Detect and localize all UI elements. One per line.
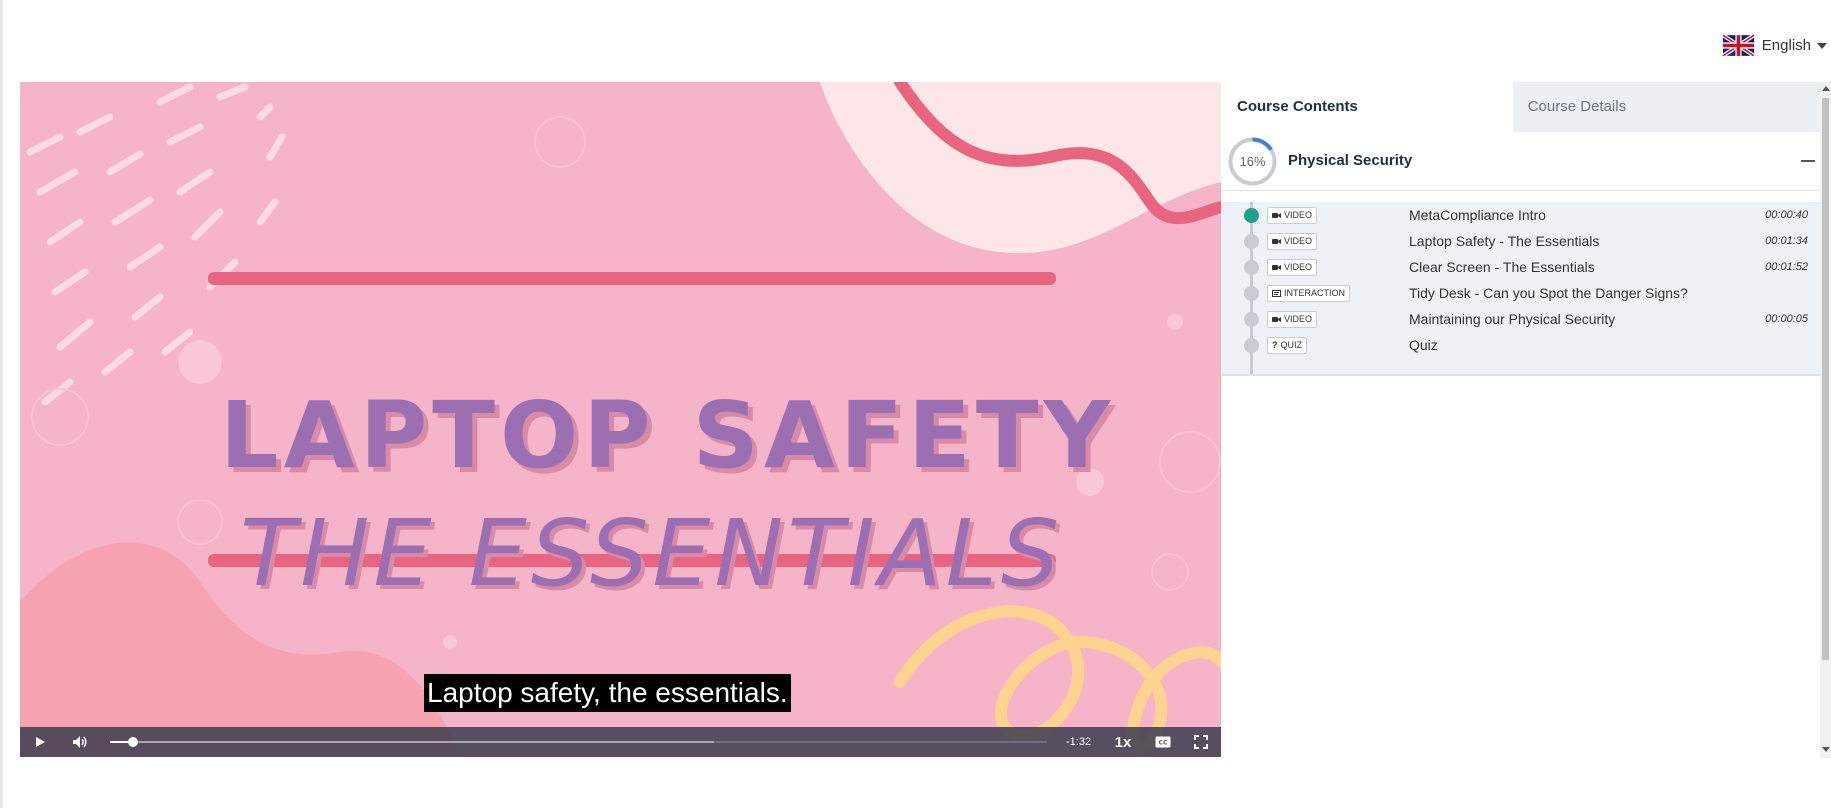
interaction-icon: [1272, 290, 1281, 297]
lesson-status-dot: [1244, 260, 1259, 275]
tab-course-details[interactable]: Course Details: [1512, 82, 1820, 132]
scroll-up-icon[interactable]: [1822, 86, 1830, 91]
lesson-type-label: INTERACTION: [1284, 288, 1346, 298]
lesson-status-dot: [1244, 234, 1259, 249]
seek-handle[interactable]: [128, 737, 139, 747]
video-camera-icon: [1272, 264, 1281, 271]
volume-button[interactable]: [68, 727, 92, 757]
progress-percent: 16%: [1239, 154, 1266, 169]
lesson-type-label: VIDEO: [1284, 236, 1313, 246]
lesson-status-dot: [1244, 338, 1259, 353]
lesson-status-dot: [1244, 286, 1259, 301]
lesson-item[interactable]: VIDEO Clear Screen - The Essentials 00:01:…: [1222, 254, 1820, 280]
scroll-down-icon[interactable]: [1822, 747, 1830, 752]
tab-course-contents[interactable]: Course Contents: [1222, 82, 1513, 132]
lesson-type-label: VIDEO: [1284, 210, 1313, 220]
slide-title: LAPTOP SAFETY: [220, 382, 1116, 489]
panel-tabs: Course Contents Course Details: [1222, 82, 1820, 132]
svg-text:CC: CC: [1159, 740, 1168, 747]
lesson-title: Quiz: [1409, 337, 1438, 353]
collapse-icon[interactable]: [1801, 160, 1815, 162]
lesson-item[interactable]: VIDEO MetaCompliance Intro 00:00:40: [1222, 202, 1820, 228]
lesson-duration: 00:00:05: [1765, 313, 1808, 325]
fullscreen-icon: [1194, 735, 1208, 749]
lesson-status-dot: [1244, 312, 1259, 327]
lesson-status-dot: [1244, 208, 1259, 223]
lesson-item[interactable]: VIDEO Laptop Safety - The Essentials 00:01…: [1222, 228, 1820, 254]
slide-subtitle: THE ESSENTIALS: [240, 500, 1064, 607]
lesson-item[interactable]: INTERACTION Tidy Desk - Can you Spot the …: [1222, 280, 1820, 306]
language-selector[interactable]: English: [1722, 33, 1827, 58]
video-player[interactable]: LAPTOP SAFETY THE ESSENTIALS Laptop safe…: [20, 82, 1221, 757]
uk-flag-icon: [1722, 33, 1754, 58]
lesson-type-label: QUIZ: [1280, 340, 1303, 350]
lesson-item[interactable]: ? QUIZ Quiz: [1222, 332, 1820, 358]
video-camera-icon: [1272, 212, 1281, 219]
lesson-duration: 00:00:40: [1765, 209, 1808, 221]
caption-text: Laptop safety, the essentials.: [424, 674, 791, 712]
lesson-type-badge: VIDEO: [1267, 311, 1318, 328]
play-button[interactable]: [28, 727, 52, 757]
play-icon: [36, 737, 45, 747]
video-camera-icon: [1272, 238, 1281, 245]
scrollbar-thumb[interactable]: [1822, 98, 1829, 660]
lesson-title: Laptop Safety - The Essentials: [1409, 233, 1600, 249]
lesson-type-badge: ? QUIZ: [1267, 337, 1307, 354]
lesson-title: MetaCompliance Intro: [1409, 207, 1546, 223]
lesson-type-badge: VIDEO: [1267, 259, 1318, 276]
lesson-type-badge: VIDEO: [1267, 207, 1318, 224]
playback-speed-button[interactable]: 1x: [1108, 727, 1138, 757]
lesson-item[interactable]: VIDEO Maintaining our Physical Security 00…: [1222, 306, 1820, 332]
lesson-list: VIDEO MetaCompliance Intro 00:00:40 VIDEO La…: [1222, 202, 1820, 376]
fullscreen-button[interactable]: [1188, 727, 1214, 757]
section-header[interactable]: 16% Physical Security: [1222, 132, 1820, 191]
lesson-duration: 00:01:34: [1765, 235, 1808, 247]
lesson-type-label: VIDEO: [1284, 314, 1313, 324]
lesson-duration: 00:01:52: [1765, 261, 1808, 273]
player-controls: -1:32 1x CC: [20, 727, 1221, 757]
buffered-bar: [110, 741, 715, 743]
volume-icon: [73, 736, 87, 748]
seek-bar[interactable]: [110, 737, 1047, 747]
lesson-title: Maintaining our Physical Security: [1409, 311, 1616, 327]
section-title: Physical Security: [1288, 152, 1413, 169]
lesson-title: Tidy Desk - Can you Spot the Danger Sign…: [1409, 285, 1688, 301]
language-label: English: [1761, 37, 1811, 54]
window-edge: [0, 0, 3, 808]
lesson-type-badge: INTERACTION: [1267, 285, 1351, 302]
lesson-type-label: VIDEO: [1284, 262, 1313, 272]
captions-button[interactable]: CC: [1150, 727, 1176, 757]
captions-icon: CC: [1155, 736, 1171, 748]
question-icon: ?: [1272, 340, 1278, 350]
lesson-title: Clear Screen - The Essentials: [1409, 259, 1595, 275]
video-camera-icon: [1272, 316, 1281, 323]
lesson-type-badge: VIDEO: [1267, 233, 1318, 250]
scrollbar[interactable]: [1820, 82, 1831, 758]
chevron-down-icon: [1817, 42, 1827, 49]
time-remaining: -1:32: [1066, 736, 1092, 748]
course-panel: Course Contents Course Details 16% Physi…: [1222, 82, 1820, 758]
